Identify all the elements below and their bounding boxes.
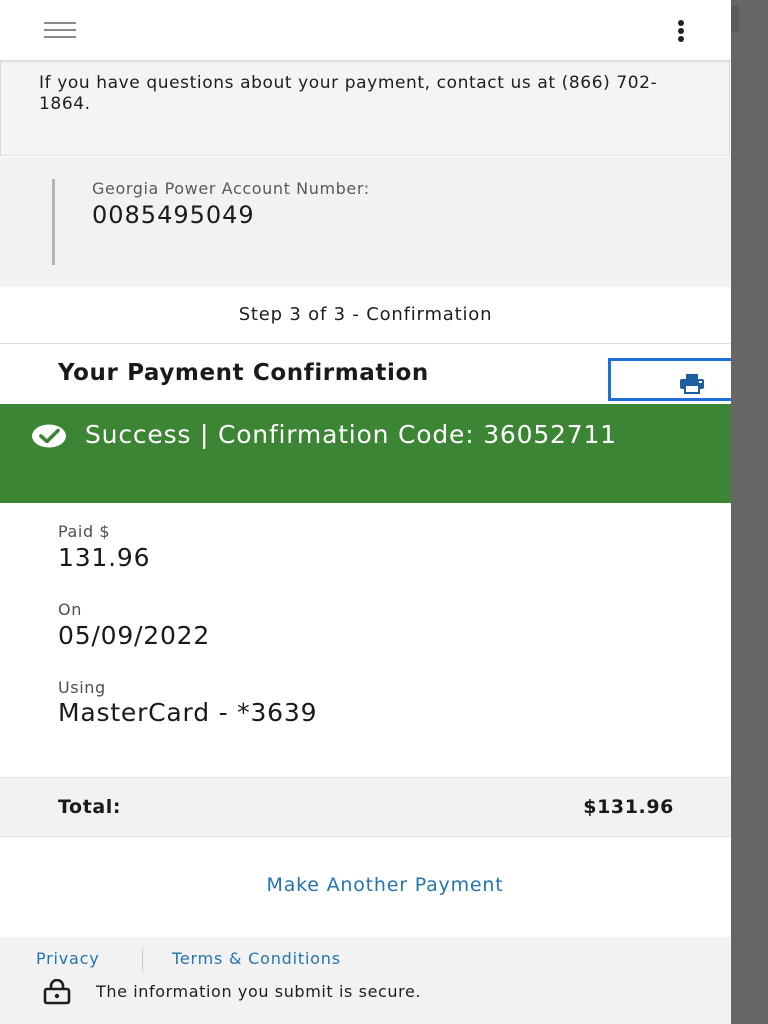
paid-amount: 131.96 xyxy=(58,543,151,572)
account-number-value: 0085495049 xyxy=(92,201,255,229)
more-options-icon[interactable] xyxy=(670,18,692,44)
terms-link[interactable]: Terms & Conditions xyxy=(172,949,341,968)
privacy-link[interactable]: Privacy xyxy=(36,949,100,968)
make-another-payment-link[interactable]: Make Another Payment xyxy=(267,874,504,896)
success-banner: Success | Confirmation Code: 36052711 xyxy=(0,404,731,503)
total-label: Total: xyxy=(58,796,122,818)
scrollbar-track[interactable] xyxy=(731,0,768,1024)
scrollbar-thumb[interactable] xyxy=(731,6,739,32)
payment-method: MasterCard - *3639 xyxy=(58,698,318,727)
contact-notice-text: If you have questions about your payment… xyxy=(39,73,658,114)
success-message: Success | Confirmation Code: 36052711 xyxy=(85,420,617,449)
footer-divider xyxy=(142,949,143,971)
print-button[interactable] xyxy=(608,358,731,401)
paid-label: Paid $ xyxy=(58,522,111,541)
another-payment-container: Make Another Payment xyxy=(0,874,731,896)
hamburger-icon[interactable] xyxy=(44,22,76,38)
confirmation-title: Your Payment Confirmation xyxy=(58,360,429,386)
footer: Privacy Terms & Conditions The informati… xyxy=(0,937,731,1024)
step-indicator-text: Step 3 of 3 - Confirmation xyxy=(238,304,493,325)
payment-page: If you have questions about your payment… xyxy=(0,0,731,1024)
account-number-label: Georgia Power Account Number: xyxy=(92,179,370,198)
payment-date-label: On xyxy=(58,600,82,619)
check-circle-icon xyxy=(32,424,66,448)
lock-icon xyxy=(43,979,71,1005)
security-notice: The information you submit is secure. xyxy=(96,982,422,1001)
payment-date: 05/09/2022 xyxy=(58,621,211,650)
step-indicator: Step 3 of 3 - Confirmation xyxy=(0,287,731,344)
total-row: Total: $131.96 xyxy=(0,777,731,837)
account-info: Georgia Power Account Number: 0085495049 xyxy=(0,157,731,287)
payment-method-label: Using xyxy=(58,678,106,697)
print-icon xyxy=(680,374,704,394)
account-divider xyxy=(52,179,55,265)
contact-notice: If you have questions about your payment… xyxy=(0,61,730,156)
total-amount: $131.96 xyxy=(583,796,674,818)
top-bar xyxy=(0,0,731,61)
